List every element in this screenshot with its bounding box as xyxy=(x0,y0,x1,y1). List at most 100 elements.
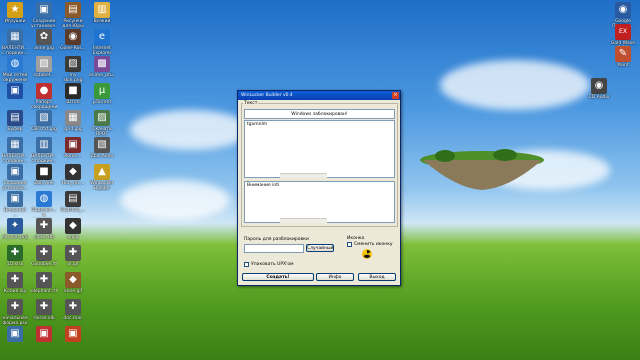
desktop-icon[interactable]: ▣ Создание установо... xyxy=(2,164,28,191)
desktop-icon-label: anime_ptu... xyxy=(89,73,115,78)
desktop-icon-label: Игрушки xyxy=(4,19,26,24)
desktop-icon[interactable]: ▣ Внешний ... xyxy=(2,191,28,218)
title-bar[interactable]: WinLocker Builder v0.4 × xyxy=(238,91,400,100)
desktop-icon[interactable]: ✚ doc.mac xyxy=(60,299,86,326)
exit-button[interactable]: Выход xyxy=(358,273,396,281)
desktop-icon[interactable]: ▦ ВАЛЕНТИ... с подкин... xyxy=(2,29,28,56)
desktop-icon[interactable]: ▧ СВП.txt.jpg xyxy=(31,110,57,137)
desktop-icon[interactable]: ✚ clock.xlb xyxy=(31,218,57,245)
desktop-icon[interactable]: ✚ Horse.xlb xyxy=(31,299,57,326)
close-icon[interactable]: × xyxy=(392,92,399,99)
desktop-icon[interactable] xyxy=(89,191,115,218)
desktop-icon-label: ВАЛЕНТИ... с подкин... xyxy=(2,46,28,56)
window-title: WinLocker Builder v0.4 xyxy=(241,93,293,98)
desktop-icon[interactable]: ▧ Zbis Anim xyxy=(89,137,115,164)
desktop-icon[interactable]: ◆ a.jpg xyxy=(60,218,86,245)
desktop-icon[interactable]: ●Рапорт сокращения xyxy=(31,83,57,110)
desktop-icon[interactable] xyxy=(89,299,115,326)
desktop-icon[interactable]: ▣ xyxy=(31,326,57,353)
desktop-icon[interactable]: ✚ начальная форма.psx xyxy=(2,299,28,326)
desktop-icon[interactable]: ■ Штоп xyxy=(60,83,86,110)
footer-text-area[interactable]: Внимание inti xyxy=(244,181,395,223)
desktop-icon[interactable]: ✚ elephant.rtf xyxy=(31,272,57,299)
desktop-icon[interactable]: ▨ Скачать ПРОГ xyxy=(89,110,115,137)
desktop-icon[interactable]: ◉ CD Audio xyxy=(586,78,612,105)
desktop-icon[interactable]: ▣ xyxy=(2,326,28,353)
desktop-icon[interactable]: ▧ sqtabel... xyxy=(31,56,57,83)
desktop-icon[interactable]: e Internet Explorer xyxy=(89,29,115,56)
desktop-icon[interactable]: ▦ grid.jpg xyxy=(60,110,86,137)
desktop-icon-label: Goodbye.rtf xyxy=(31,262,57,267)
desktop-icon[interactable]: ◍Подключ... к интерне... xyxy=(31,191,57,218)
cloud xyxy=(130,110,250,150)
desktop-icon[interactable]: ▣ Roron... xyxy=(60,137,86,164)
desktop-icon[interactable]: ▨ my skin.png xyxy=(60,56,86,83)
desktop-icon[interactable]: ✚ Копия.zip xyxy=(2,272,28,299)
desktop-icon-glyph: ▣ xyxy=(7,191,23,207)
random-button[interactable]: Случайный xyxy=(306,244,334,252)
desktop-icon-label: Буфер xyxy=(7,127,23,132)
desktop-icon[interactable]: ▤ Буфер xyxy=(2,110,28,137)
desktop-icon-label: ВАЛЕНТИ... с подкин... xyxy=(31,154,57,164)
password-field[interactable] xyxy=(244,244,304,253)
desktop-icon[interactable] xyxy=(89,272,115,299)
header-text-field[interactable]: Windows заблокирован! xyxy=(244,109,395,119)
footer-scrollbar[interactable] xyxy=(280,218,327,223)
desktop-icon-label: Мои сетей окружени xyxy=(2,73,28,83)
desktop-icon[interactable]: ✚ ol.gif xyxy=(60,245,86,272)
desktop-icon[interactable]: ◆ Hon_rec... xyxy=(60,164,86,191)
header-text-value: Windows заблокирован! xyxy=(291,112,348,117)
desktop-icon[interactable]: ◆ anne.gif xyxy=(60,272,86,299)
desktop-icon[interactable]: ▩ anime_ptu... xyxy=(89,56,115,83)
desktop-icon[interactable]: µ µTorrent xyxy=(89,83,115,110)
desktop-icon[interactable] xyxy=(89,245,115,272)
desktop-icon-glyph: ✎ xyxy=(615,46,631,62)
desktop-icon[interactable]: ▣ xyxy=(2,83,28,110)
desktop-icon-label: Рисунки для Юры xyxy=(62,19,84,29)
desktop-icon[interactable]: ✦ all_icon.png xyxy=(2,218,28,245)
desktop-icon[interactable] xyxy=(89,218,115,245)
desktop-icon-glyph: ▨ xyxy=(94,110,110,126)
desktop-icon[interactable]: ▥ ВАЛЕНТИ... с подкин... xyxy=(31,137,57,164)
desktop-icon-glyph: ◉ xyxy=(591,78,607,94)
desktop-icon-label: Gone-Ros... xyxy=(60,46,86,51)
desktop-icon-label: Штоп xyxy=(66,100,80,105)
change-icon-checkbox[interactable] xyxy=(347,242,352,247)
desktop-icon[interactable]: ▤ Рисунки для Юры xyxy=(60,2,86,29)
desktop-icon-label xyxy=(89,316,115,326)
desktop-icon-label: Zbis Анк xyxy=(34,181,54,186)
desktop-icon[interactable]: ◍ Мои сетей окружени xyxy=(2,56,28,83)
desktop-icon-glyph: ✚ xyxy=(36,299,52,315)
desktop-icon-glyph: µ xyxy=(94,83,110,99)
desktop-icon[interactable]: ▣ xyxy=(60,326,86,353)
desktop-icon[interactable]: ▣ Создание установоч... xyxy=(31,2,57,29)
desktop-icon[interactable]: ✚ 1D.xlsx xyxy=(2,245,28,272)
info-button[interactable]: Инфо xyxy=(316,273,354,281)
desktop-icon[interactable]: ▥ Всякий xyxy=(89,2,115,29)
desktop-icon-glyph: ■ xyxy=(65,83,81,99)
desktop-icon[interactable]: ✚ Goodbye.rtf xyxy=(31,245,57,272)
desktop-icon-glyph: ✚ xyxy=(65,299,81,315)
desktop-icon-glyph: ▤ xyxy=(65,191,81,207)
desktop-icon[interactable]: ■ Zbis Анк xyxy=(31,164,57,191)
desktop-icon-glyph: EX xyxy=(615,24,631,40)
desktop-icon[interactable]: ▲WinLocker Builder v0.4 xyxy=(89,164,115,191)
create-button[interactable]: Создать! xyxy=(242,273,314,281)
desktop-icon-label: doc.mac xyxy=(63,316,83,321)
desktop-icon[interactable]: ✎ Paint xyxy=(610,46,636,73)
body-scrollbar[interactable] xyxy=(280,173,327,178)
desktop-icon[interactable]: ◉ Gone-Ros... xyxy=(60,29,86,56)
desktop-icon[interactable]: ★ Игрушки xyxy=(2,2,28,29)
desktop-icon-glyph: ▲ xyxy=(94,164,110,180)
upx-checkbox[interactable] xyxy=(244,262,249,267)
desktop-icon-label: a.jpg xyxy=(67,235,79,240)
desktop-icon-glyph: ▣ xyxy=(65,137,81,153)
desktop-icon[interactable]: ▦ ВАЛЕНТИ... с подкин... xyxy=(2,137,28,164)
desktop-icon-glyph: ▧ xyxy=(36,110,52,126)
desktop-icon[interactable]: ▤ Hudshot_... xyxy=(60,191,86,218)
desktop-icon-label xyxy=(60,343,86,353)
change-icon-label: Сменить иконку xyxy=(354,242,393,247)
desktop-icon[interactable]: ✿ anne.jpg xyxy=(31,29,57,56)
body-text-area[interactable]: tgvmnlm xyxy=(244,120,395,178)
desktop-icon-glyph: ★ xyxy=(7,2,23,18)
